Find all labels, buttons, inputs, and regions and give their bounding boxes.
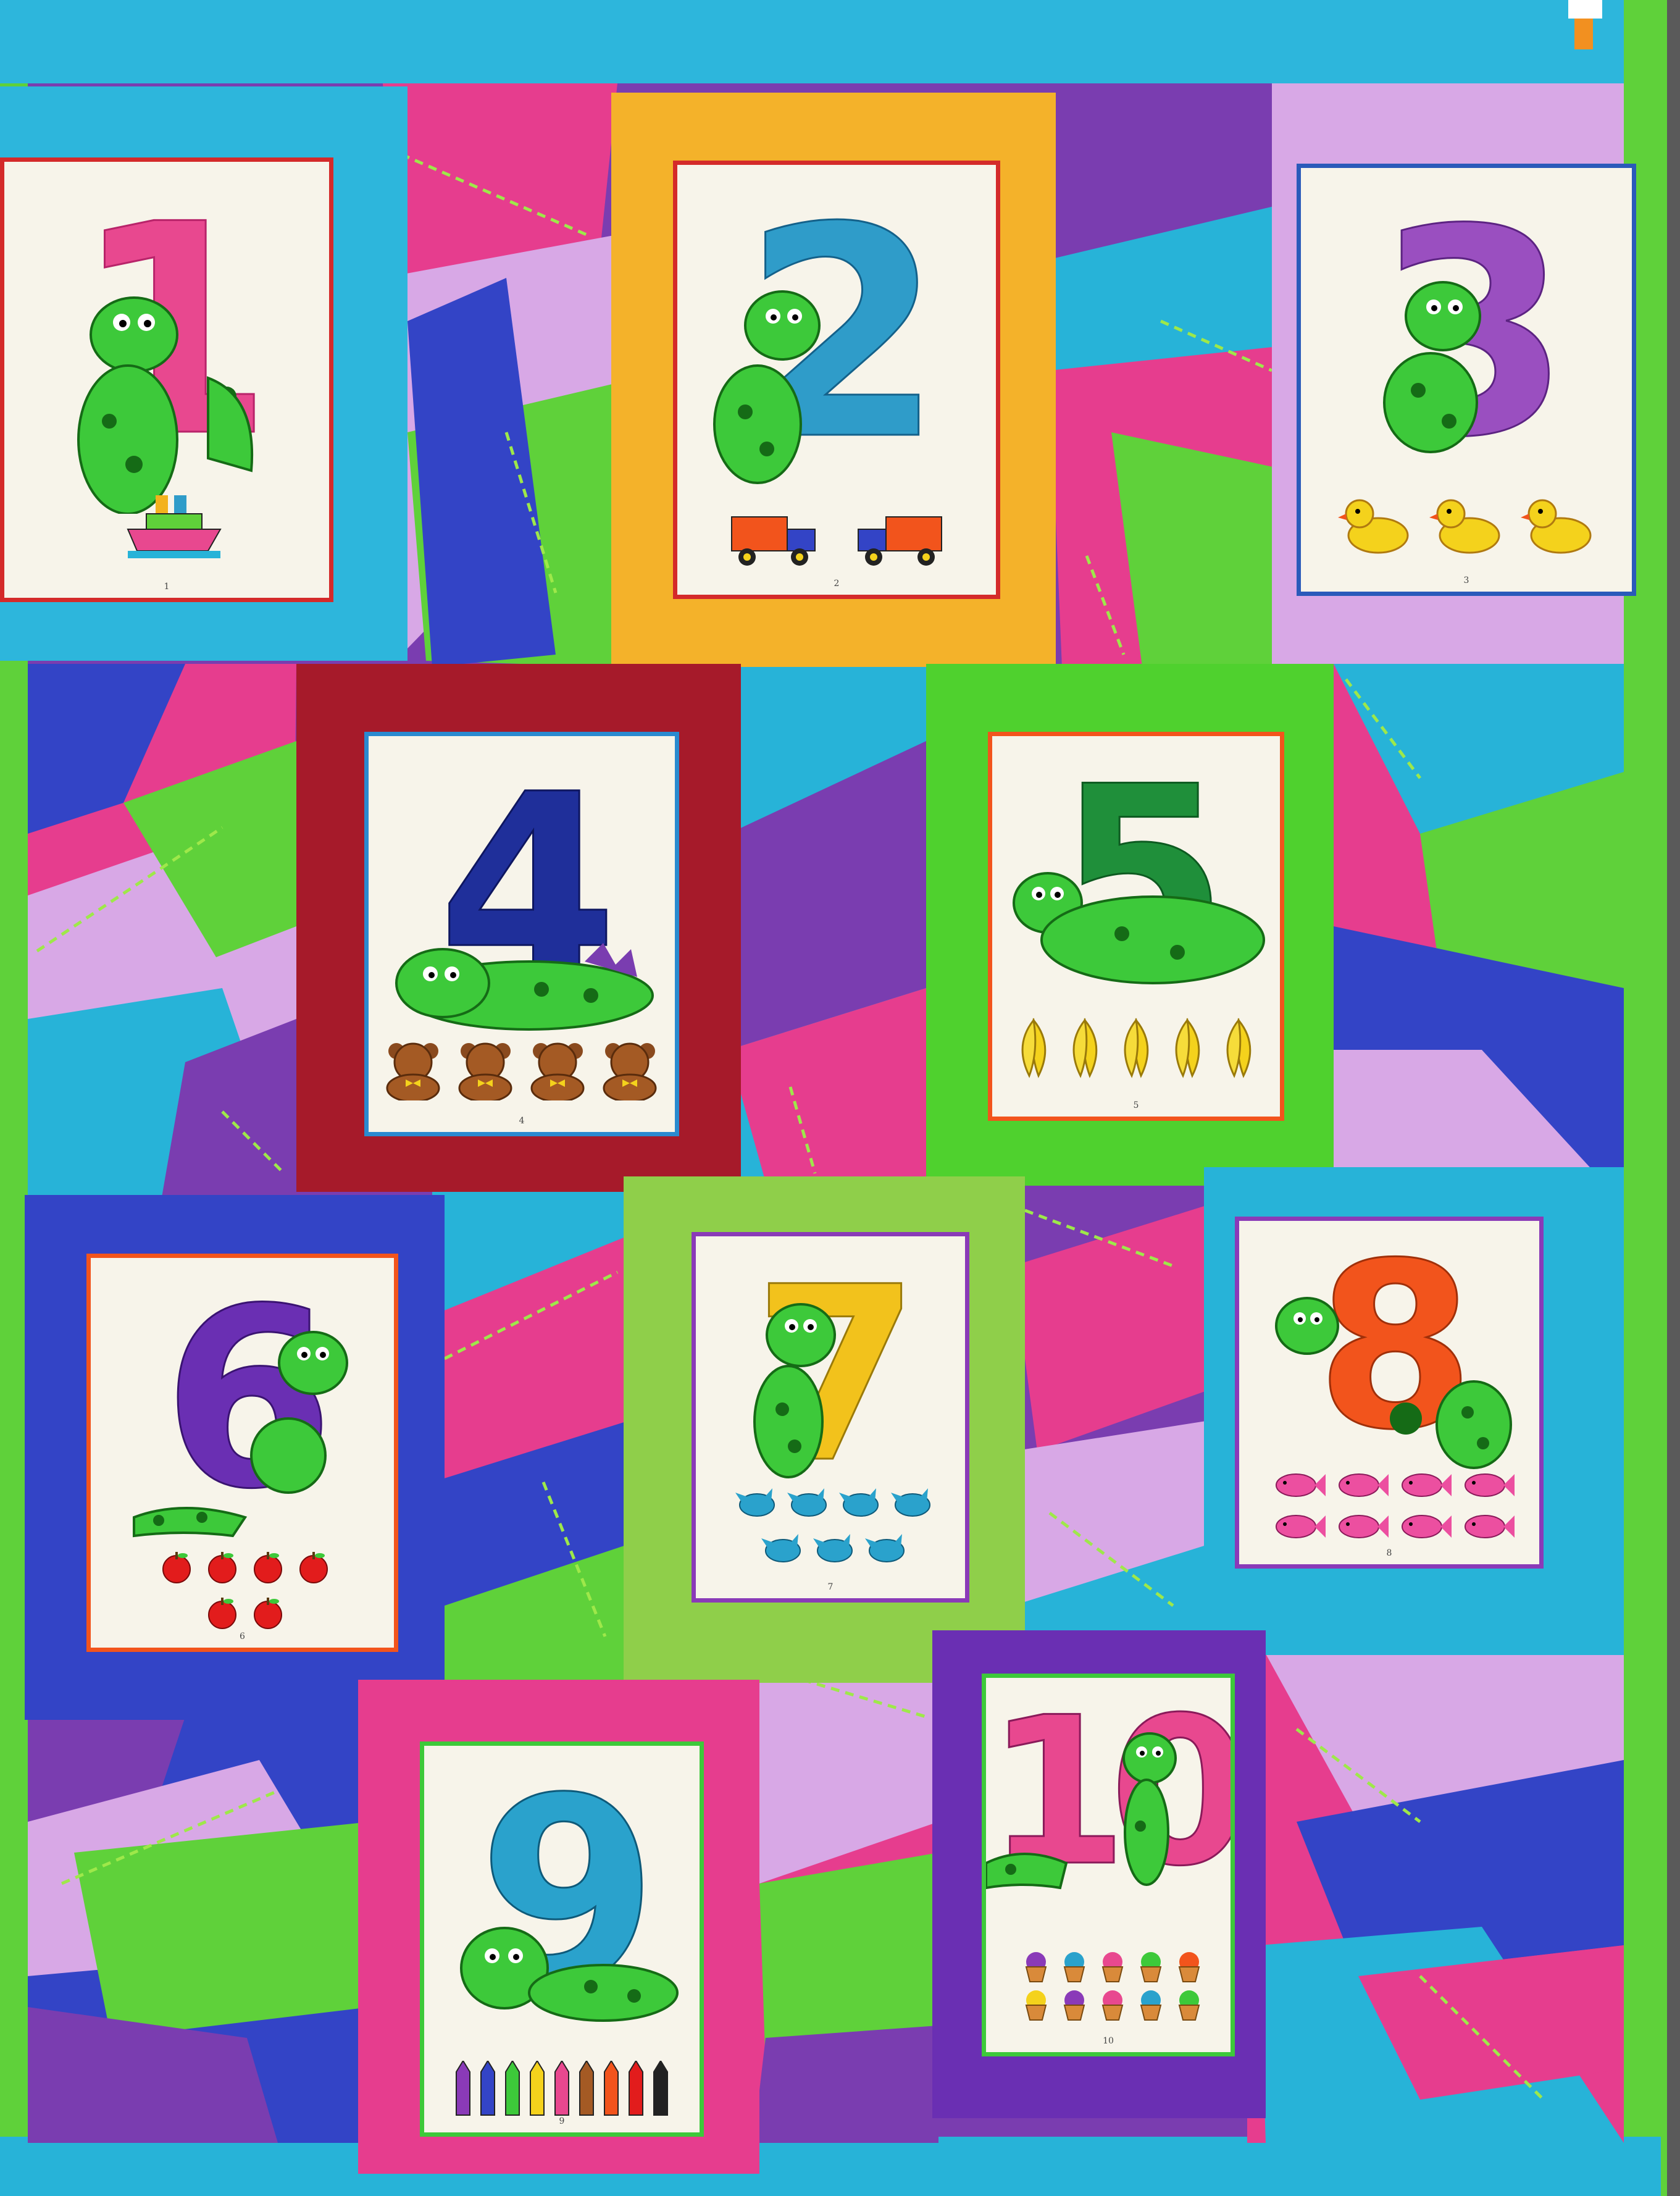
apple-icon: [208, 1598, 236, 1629]
panel-caption-2: 2: [834, 579, 840, 589]
bird-icon: [735, 1488, 775, 1517]
banana-icon: [1072, 1018, 1097, 1078]
number-panel-10: 10 10: [982, 1674, 1235, 2056]
cupcake-icon: [1178, 1952, 1200, 1982]
crayon-icon: [653, 2061, 668, 2116]
cupcake-icon: [1140, 1990, 1162, 2021]
apple-icon: [254, 1598, 282, 1629]
bird-row: [724, 1483, 946, 1566]
bird-icon: [891, 1488, 930, 1517]
dinosaur-icon: [77, 296, 254, 514]
truck-icon: [731, 516, 816, 566]
bird-icon: [839, 1488, 879, 1517]
number-panel-4: 4 4: [364, 732, 679, 1136]
fish-icon: [1402, 1473, 1452, 1497]
dinosaur-icon: [133, 1331, 348, 1538]
fish-icon: [1339, 1473, 1389, 1497]
cupcake-icon: [1025, 1990, 1047, 2021]
apple-row: [143, 1548, 347, 1631]
number-quilt: 1 1 2: [0, 0, 1680, 2196]
boat-icon: [127, 495, 222, 558]
truck-row: [677, 511, 996, 572]
cupcake-icon: [1140, 1952, 1162, 1982]
crayon-icon: [579, 2061, 594, 2116]
panel-caption-10: 10: [1103, 2036, 1114, 2046]
number-panel-9: 9 9: [420, 1741, 704, 2137]
dinosaur-icon: [753, 1303, 836, 1478]
duck-row: [1301, 495, 1632, 557]
bear-icon: [458, 1042, 512, 1100]
panel-caption-7: 7: [827, 1582, 834, 1592]
dinosaur-icon: [986, 1732, 1177, 1890]
crayon-icon: [505, 2061, 520, 2116]
cupcake-icon: [1101, 1990, 1124, 2021]
fish-icon: [1276, 1473, 1326, 1497]
bird-icon: [865, 1534, 905, 1562]
number-panel-3: 3 3: [1297, 164, 1636, 596]
fish-icon: [1465, 1473, 1515, 1497]
dinosaur-icon: [460, 1927, 679, 2022]
cupcake-row: [1011, 1950, 1214, 2022]
apple-icon: [208, 1552, 236, 1583]
panel-caption-8: 8: [1386, 1548, 1392, 1558]
panel-caption-5: 5: [1133, 1100, 1139, 1110]
dinosaur-icon: [1383, 281, 1481, 453]
banana-icon: [1021, 1018, 1046, 1078]
bear-icon: [386, 1042, 440, 1100]
banana-icon: [1124, 1018, 1148, 1078]
bird-icon: [813, 1534, 853, 1562]
duck-icon: [1338, 499, 1409, 554]
panel-caption-1: 1: [164, 582, 170, 592]
apple-icon: [162, 1552, 191, 1583]
cupcake-icon: [1101, 1952, 1124, 1982]
cupcake-icon: [1063, 1990, 1085, 2021]
fish-icon: [1276, 1515, 1326, 1538]
panel-caption-9: 9: [559, 2116, 565, 2126]
dinosaur-icon: [395, 943, 654, 1031]
apple-icon: [299, 1552, 328, 1583]
banana-icon: [1226, 1018, 1251, 1078]
number-panel-1: 1 1: [0, 157, 333, 602]
fish-icon: [1339, 1515, 1389, 1538]
fish-icon: [1465, 1515, 1515, 1538]
fish-row: [1264, 1468, 1523, 1543]
cupcake-icon: [1025, 1952, 1047, 1982]
banana-icon: [1175, 1018, 1200, 1078]
crayon-icon: [604, 2061, 619, 2116]
bear-icon: [530, 1042, 585, 1100]
panel-caption-4: 4: [519, 1116, 525, 1126]
number-panel-2: 2 2: [673, 161, 1000, 599]
cupcake-icon: [1178, 1990, 1200, 2021]
number-panel-7: 7 7: [692, 1232, 969, 1603]
crayon-icon: [554, 2061, 569, 2116]
dinosaur-icon: [1013, 872, 1265, 984]
truck-icon: [858, 516, 942, 566]
bird-icon: [787, 1488, 827, 1517]
crayon-row: [424, 2061, 700, 2116]
number-panel-5: 5 5: [988, 732, 1284, 1121]
banana-row: [992, 1014, 1280, 1082]
dinosaur-icon: [1275, 1297, 1512, 1469]
duck-icon: [1429, 499, 1500, 554]
cupcake-icon: [1063, 1952, 1085, 1982]
duck-icon: [1521, 499, 1592, 554]
panel-caption-6: 6: [240, 1632, 245, 1641]
dinosaur-icon: [713, 290, 821, 484]
fish-icon: [1402, 1515, 1452, 1538]
bear-icon: [603, 1042, 657, 1100]
crayon-icon: [530, 2061, 545, 2116]
bird-icon: [761, 1534, 801, 1562]
apple-icon: [254, 1552, 282, 1583]
number-panel-6: 6 6: [86, 1254, 398, 1652]
bear-row: [369, 1039, 675, 1100]
crayon-icon: [629, 2061, 643, 2116]
crayon-icon: [480, 2061, 495, 2116]
panel-caption-3: 3: [1463, 576, 1469, 585]
crayon-icon: [456, 2061, 470, 2116]
number-panel-8: 8 8: [1235, 1217, 1544, 1569]
